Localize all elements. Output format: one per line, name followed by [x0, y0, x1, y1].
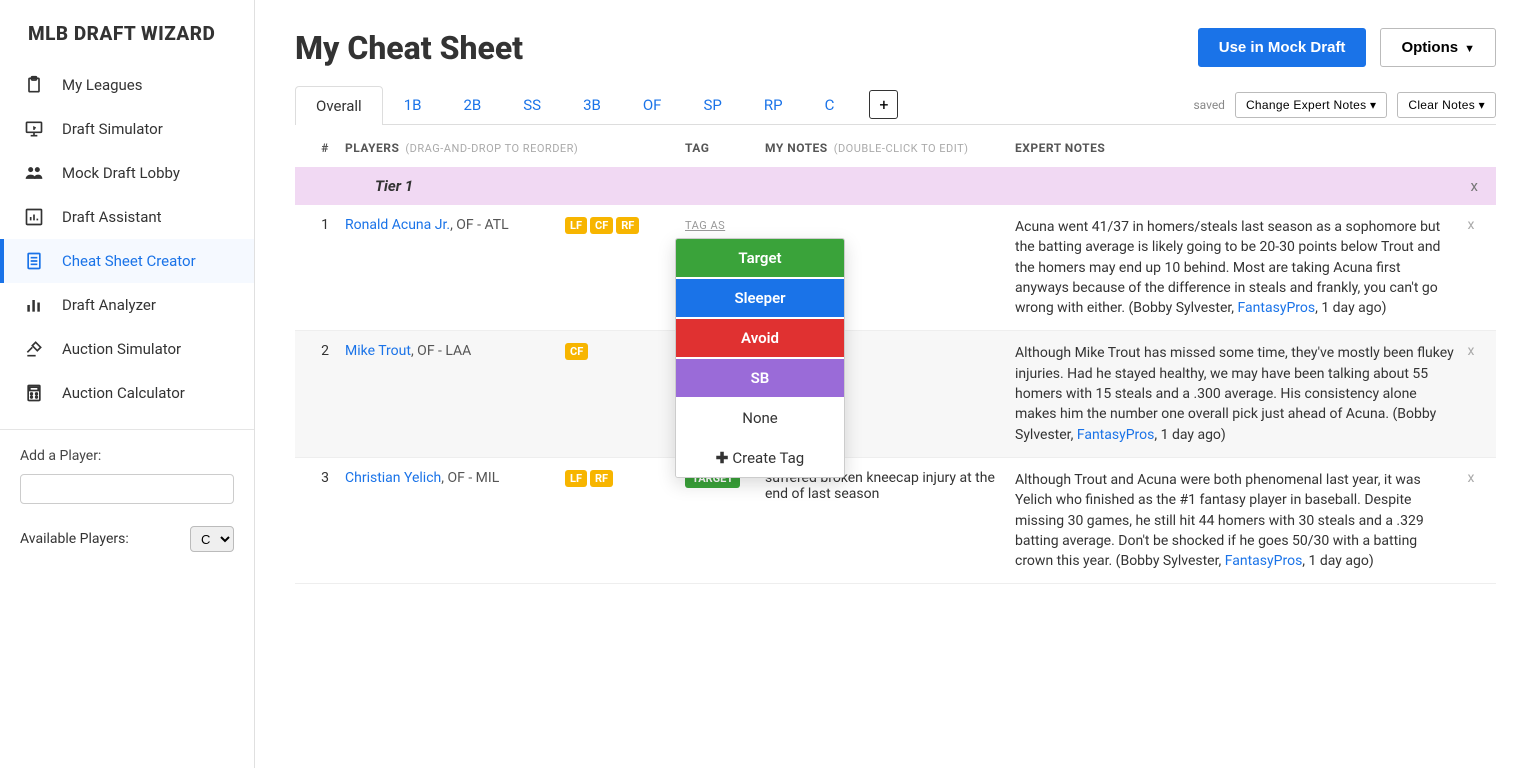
- player-meta: , OF - MIL: [441, 470, 499, 486]
- tag-option-none[interactable]: None: [676, 397, 844, 437]
- tag-option-sleeper[interactable]: Sleeper: [676, 277, 844, 317]
- table-row[interactable]: 3Christian Yelich, OF - MIL LFRF TARGETsuf…: [295, 458, 1496, 584]
- position-badge: LF: [565, 470, 587, 487]
- row-number: 1: [305, 217, 345, 318]
- col-tag-header: TAG: [685, 141, 765, 155]
- caret-down-icon: ▾: [1479, 98, 1485, 112]
- tab-sp[interactable]: SP: [682, 85, 742, 124]
- saved-status: saved: [1193, 98, 1225, 112]
- position-badge: RF: [590, 470, 613, 487]
- remove-row-button[interactable]: x: [1468, 470, 1475, 486]
- clipboard-icon: [22, 75, 46, 95]
- available-players-label: Available Players:: [20, 531, 129, 547]
- tag-option-target[interactable]: Target: [676, 239, 844, 277]
- sidebar-item-mock-draft-lobby[interactable]: Mock Draft Lobby: [0, 151, 254, 195]
- tab-ss[interactable]: SS: [502, 85, 562, 124]
- table-row[interactable]: 1Ronald Acuna Jr., OF - ATL LFCFRF TAG AS A…: [295, 205, 1496, 331]
- col-players-header: PLAYERS(DRAG-AND-DROP TO REORDER): [345, 141, 685, 155]
- sidebar-item-label: Auction Simulator: [62, 340, 181, 358]
- tab-overall[interactable]: Overall: [295, 86, 383, 125]
- tier-label: Tier 1: [375, 177, 413, 195]
- add-player-input[interactable]: [20, 474, 234, 504]
- tag-option-avoid[interactable]: Avoid: [676, 317, 844, 357]
- sheet-icon: [22, 251, 46, 271]
- col-expert-header: EXPERT NOTES: [1015, 141, 1456, 155]
- row-number: 2: [305, 343, 345, 444]
- expert-source-link[interactable]: FantasyPros: [1077, 427, 1155, 443]
- add-tab-button[interactable]: +: [869, 90, 898, 119]
- player-meta: , OF - ATL: [450, 217, 509, 233]
- sidebar-item-label: Draft Assistant: [62, 208, 162, 226]
- tab-rp[interactable]: RP: [743, 85, 804, 124]
- table-header: # PLAYERS(DRAG-AND-DROP TO REORDER) TAG …: [295, 125, 1496, 167]
- available-players-select[interactable]: C: [190, 526, 234, 552]
- sidebar-item-label: Draft Analyzer: [62, 296, 156, 314]
- sidebar-item-auction-simulator[interactable]: Auction Simulator: [0, 327, 254, 371]
- player-name-link[interactable]: Ronald Acuna Jr.: [345, 217, 450, 233]
- tag-create-button[interactable]: ✚Create Tag: [676, 437, 844, 477]
- sidebar-item-draft-analyzer[interactable]: Draft Analyzer: [0, 283, 254, 327]
- nav-list: My Leagues Draft Simulator Mock Draft Lobb…: [0, 63, 254, 415]
- col-num-header: #: [305, 141, 345, 155]
- tab-2b[interactable]: 2B: [442, 85, 502, 124]
- col-notes-header: MY NOTES(DOUBLE-CLICK TO EDIT): [765, 141, 1015, 155]
- tab-c[interactable]: C: [804, 85, 856, 124]
- calculator-icon: [22, 383, 46, 403]
- expert-source-link[interactable]: FantasyPros: [1238, 300, 1316, 316]
- player-name-link[interactable]: Mike Trout: [345, 343, 411, 359]
- use-in-mock-draft-button[interactable]: Use in Mock Draft: [1198, 28, 1367, 67]
- tag-popover: Target Sleeper Avoid SB None ✚Create Tag: [675, 238, 845, 478]
- row-number: 3: [305, 470, 345, 571]
- position-badge: RF: [616, 217, 639, 234]
- users-icon: [22, 163, 46, 183]
- remove-row-button[interactable]: x: [1468, 343, 1475, 359]
- position-badge: CF: [590, 217, 613, 234]
- tag-cell[interactable]: TARGET: [685, 470, 765, 571]
- main-content: My Cheat Sheet Use in Mock Draft Options…: [255, 0, 1536, 768]
- caret-down-icon: ▼: [1464, 43, 1475, 55]
- my-notes-cell[interactable]: suffered broken kneecap injury at the en…: [765, 470, 1015, 571]
- tier-row[interactable]: Tier 1 x: [295, 167, 1496, 205]
- page-title: My Cheat Sheet: [295, 29, 523, 67]
- sidebar-item-auction-calculator[interactable]: Auction Calculator: [0, 371, 254, 415]
- plus-icon: ✚: [716, 449, 729, 467]
- analytics-icon: [22, 295, 46, 315]
- table-row[interactable]: 2Mike Trout, OF - LAA CF Although Mike Tro…: [295, 331, 1496, 457]
- sidebar-item-draft-simulator[interactable]: Draft Simulator: [0, 107, 254, 151]
- sidebar-item-draft-assistant[interactable]: Draft Assistant: [0, 195, 254, 239]
- position-badge: LF: [565, 217, 587, 234]
- options-button[interactable]: Options▼: [1380, 28, 1496, 67]
- monitor-icon: [22, 119, 46, 139]
- add-player-label: Add a Player:: [20, 448, 101, 464]
- tier-remove-button[interactable]: x: [1471, 177, 1486, 195]
- change-expert-notes-button[interactable]: Change Expert Notes ▾: [1235, 92, 1387, 118]
- sidebar: MLB DRAFT WIZARD My Leagues Draft Simulat…: [0, 0, 255, 768]
- sidebar-item-label: Mock Draft Lobby: [62, 164, 180, 182]
- tab-1b[interactable]: 1B: [383, 85, 443, 124]
- expert-notes-cell: Although Mike Trout has missed some time…: [1015, 343, 1456, 444]
- brand-title: MLB DRAFT WIZARD: [0, 0, 254, 63]
- sidebar-item-label: Draft Simulator: [62, 120, 163, 138]
- bar-chart-icon: [22, 207, 46, 227]
- expert-notes-cell: Acuna went 41/37 in homers/steals last s…: [1015, 217, 1456, 318]
- clear-notes-button[interactable]: Clear Notes ▾: [1397, 92, 1496, 118]
- position-badge: CF: [565, 343, 588, 360]
- sidebar-item-label: Cheat Sheet Creator: [62, 252, 196, 270]
- sidebar-item-label: My Leagues: [62, 76, 143, 94]
- caret-down-icon: ▾: [1370, 98, 1376, 112]
- tabs: Overall1B2BSS3BOFSPRPC + saved Change Exp…: [295, 85, 1496, 125]
- tab-of[interactable]: OF: [622, 85, 683, 124]
- sidebar-item-cheat-sheet-creator[interactable]: Cheat Sheet Creator: [0, 239, 254, 283]
- expert-source-link[interactable]: FantasyPros: [1225, 553, 1303, 569]
- tag-as-trigger[interactable]: TAG AS: [685, 219, 725, 232]
- gavel-icon: [22, 339, 46, 359]
- remove-row-button[interactable]: x: [1468, 217, 1475, 233]
- sidebar-item-label: Auction Calculator: [62, 384, 185, 402]
- player-name-link[interactable]: Christian Yelich: [345, 470, 441, 486]
- tab-3b[interactable]: 3B: [562, 85, 622, 124]
- sidebar-item-my-leagues[interactable]: My Leagues: [0, 63, 254, 107]
- expert-notes-cell: Although Trout and Acuna were both pheno…: [1015, 470, 1456, 571]
- tag-option-sb[interactable]: SB: [676, 357, 844, 397]
- player-meta: , OF - LAA: [411, 343, 471, 359]
